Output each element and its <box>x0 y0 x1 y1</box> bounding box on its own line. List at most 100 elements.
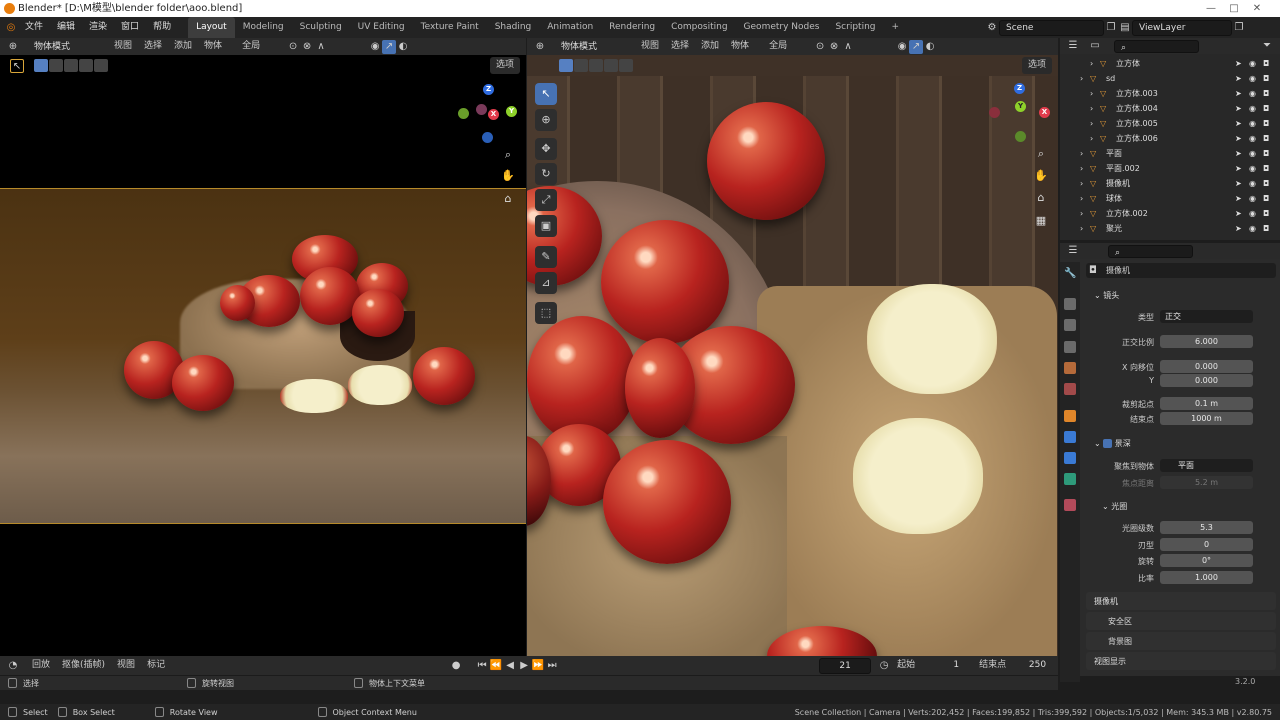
object-name[interactable]: 摄像机 <box>1106 265 1130 276</box>
render-camera-icon[interactable]: ◘ <box>1263 56 1269 71</box>
close-button[interactable]: ✕ <box>1234 0 1280 17</box>
select-mode-extend-icon[interactable] <box>49 59 63 72</box>
add-cube-tool[interactable]: ⬚ <box>535 302 557 324</box>
pan-hand-icon[interactable]: ✋ <box>1032 167 1050 185</box>
menu-render[interactable]: 渲染 <box>82 17 114 38</box>
tab-compositing[interactable]: Compositing <box>663 17 735 38</box>
camera-section-collapsed[interactable]: 摄像机 <box>1086 592 1276 610</box>
render-camera-icon[interactable]: ◘ <box>1263 86 1269 101</box>
gizmo-toggle-icon[interactable]: ↗ <box>382 39 397 54</box>
tab-layout[interactable]: Layout <box>188 17 235 38</box>
scale-tool[interactable]: ⤢ <box>535 189 557 211</box>
menu-file[interactable]: 文件 <box>18 17 50 38</box>
timeline-view-menu[interactable]: 视图 <box>111 657 141 674</box>
expand-arrow-icon[interactable]: › <box>1080 71 1083 86</box>
eye-icon[interactable]: ◉ <box>1249 191 1256 206</box>
select-mode-subtract-icon[interactable] <box>589 59 603 72</box>
selectable-icon[interactable]: ➤ <box>1235 116 1242 131</box>
measure-tool[interactable]: ⊿ <box>535 272 557 294</box>
outliner-row[interactable]: › ▽ 球体 ➤ ◉ ◘ <box>1060 191 1280 206</box>
outliner-row[interactable]: › ▽ 立方体.003 ➤ ◉ ◘ <box>1060 86 1280 101</box>
render-camera-icon[interactable]: ◘ <box>1263 71 1269 86</box>
safe-area-section-collapsed[interactable]: 安全区 <box>1086 612 1276 630</box>
keyframe-dot-icon[interactable]: ● <box>449 659 463 673</box>
right-menu-add[interactable]: 添加 <box>695 38 725 55</box>
play-reverse-icon[interactable]: ◀ <box>503 659 517 673</box>
zoom-icon[interactable]: ⌕ <box>499 146 517 164</box>
eye-icon[interactable]: ◉ <box>1249 206 1256 221</box>
object-tab-icon[interactable] <box>1064 410 1076 422</box>
selectable-icon[interactable]: ➤ <box>1235 86 1242 101</box>
clip-start-field[interactable]: 0.1 m <box>1160 397 1253 410</box>
expand-arrow-icon[interactable]: › <box>1080 161 1083 176</box>
render-camera-icon[interactable]: ◘ <box>1263 191 1269 206</box>
start-frame-field[interactable]: 1 <box>921 657 966 674</box>
focus-object-field[interactable]: 平面 <box>1160 459 1253 472</box>
camera-data-tab-icon[interactable] <box>1064 473 1076 485</box>
expand-arrow-icon[interactable]: › <box>1090 56 1093 71</box>
tab-animation[interactable]: Animation <box>539 17 601 38</box>
right-transform-orientation[interactable]: 全局 <box>763 38 793 55</box>
current-frame-field[interactable]: 21 <box>819 657 872 674</box>
left-mode-select[interactable]: 物体模式 <box>28 39 108 54</box>
proportional-icon[interactable]: ∧ <box>314 40 328 54</box>
overlay-icon[interactable]: ◐ <box>396 40 410 54</box>
select-mode-new-icon[interactable] <box>34 59 48 72</box>
timeline-editor-icon[interactable]: ◔ <box>6 659 20 673</box>
pivot-icon[interactable]: ⊙ <box>286 40 300 54</box>
eye-icon[interactable]: ◉ <box>1249 146 1256 161</box>
gizmo-toggle-icon[interactable]: ↗ <box>909 39 924 54</box>
move-tool[interactable]: ✥ <box>535 138 557 160</box>
expand-arrow-icon[interactable]: › <box>1080 206 1083 221</box>
expand-arrow-icon[interactable]: › <box>1090 131 1093 146</box>
outliner-row[interactable]: › ▽ 聚光 ➤ ◉ ◘ <box>1060 221 1280 236</box>
camera-viewport[interactable]: Z X Y ⌕ ✋ ⌂ <box>0 76 526 656</box>
zoom-icon[interactable]: ⌕ <box>1032 145 1050 163</box>
eye-icon[interactable]: ◉ <box>1249 86 1256 101</box>
left-transform-orientation[interactable]: 全局 <box>236 38 266 55</box>
menu-window[interactable]: 窗口 <box>114 17 146 38</box>
selectable-icon[interactable]: ➤ <box>1235 101 1242 116</box>
fstop-field[interactable]: 5.3 <box>1160 521 1253 534</box>
proportional-icon[interactable]: ∧ <box>841 40 855 54</box>
physics-tab-icon[interactable] <box>1064 452 1076 464</box>
tab-scripting[interactable]: Scripting <box>827 17 883 38</box>
outliner-row[interactable]: › ▽ sd ➤ ◉ ◘ <box>1060 71 1280 86</box>
prev-keyframe-icon[interactable]: ⏪ <box>489 659 503 673</box>
outliner-row[interactable]: › ▽ 摄像机 ➤ ◉ ◘ <box>1060 176 1280 191</box>
right-menu-view[interactable]: 视图 <box>635 38 665 55</box>
play-icon[interactable]: ▶ <box>517 659 531 673</box>
ratio-field[interactable]: 1.000 <box>1160 571 1253 584</box>
right-options-button[interactable]: 选项 <box>1021 57 1052 74</box>
camera-view-icon[interactable]: ⌂ <box>1032 189 1050 207</box>
right-mode-select[interactable]: 物体模式 <box>555 39 635 54</box>
new-view-layer-icon[interactable]: ❐ <box>1232 21 1246 35</box>
eye-icon[interactable]: ◉ <box>1249 176 1256 191</box>
rotate-tool[interactable]: ↻ <box>535 163 557 185</box>
selectable-icon[interactable]: ➤ <box>1235 56 1242 71</box>
left-menu-add[interactable]: 添加 <box>168 38 198 55</box>
end-frame-field[interactable]: 250 <box>1012 657 1053 674</box>
blender-menu-icon[interactable]: ◎ <box>4 21 18 35</box>
display-mode-icon[interactable]: ▭ <box>1088 39 1102 53</box>
filter-icon[interactable]: ⏷ <box>1260 39 1274 53</box>
outliner-row[interactable]: › ▽ 立方体.002 ➤ ◉ ◘ <box>1060 206 1280 221</box>
add-workspace-button[interactable]: + <box>884 17 908 38</box>
left-menu-view[interactable]: 视图 <box>108 38 138 55</box>
gizmo-z-axis[interactable]: Z <box>483 84 494 95</box>
gizmo-y-axis[interactable]: Y <box>506 106 517 117</box>
ortho-grid-icon[interactable]: ▦ <box>1032 212 1050 230</box>
render-camera-icon[interactable]: ◘ <box>1263 161 1269 176</box>
outliner-search-input[interactable]: ⌕ <box>1114 39 1199 53</box>
eye-icon[interactable]: ◉ <box>1249 116 1256 131</box>
gizmo-y-axis[interactable]: Y <box>1015 101 1026 112</box>
render-camera-icon[interactable]: ◘ <box>1263 221 1269 236</box>
tab-texture-paint[interactable]: Texture Paint <box>413 17 487 38</box>
eye-icon[interactable]: ◉ <box>1249 56 1256 71</box>
gizmo-neg-y-axis[interactable] <box>458 108 469 119</box>
outliner-row[interactable]: › ▽ 立方体.006 ➤ ◉ ◘ <box>1060 131 1280 146</box>
annotate-tool[interactable]: ✎ <box>535 246 557 268</box>
menu-help[interactable]: 帮助 <box>146 17 178 38</box>
view-layer-field[interactable]: ViewLayer <box>1132 20 1232 36</box>
outliner-row[interactable]: › ▽ 立方体.005 ➤ ◉ ◘ <box>1060 116 1280 131</box>
